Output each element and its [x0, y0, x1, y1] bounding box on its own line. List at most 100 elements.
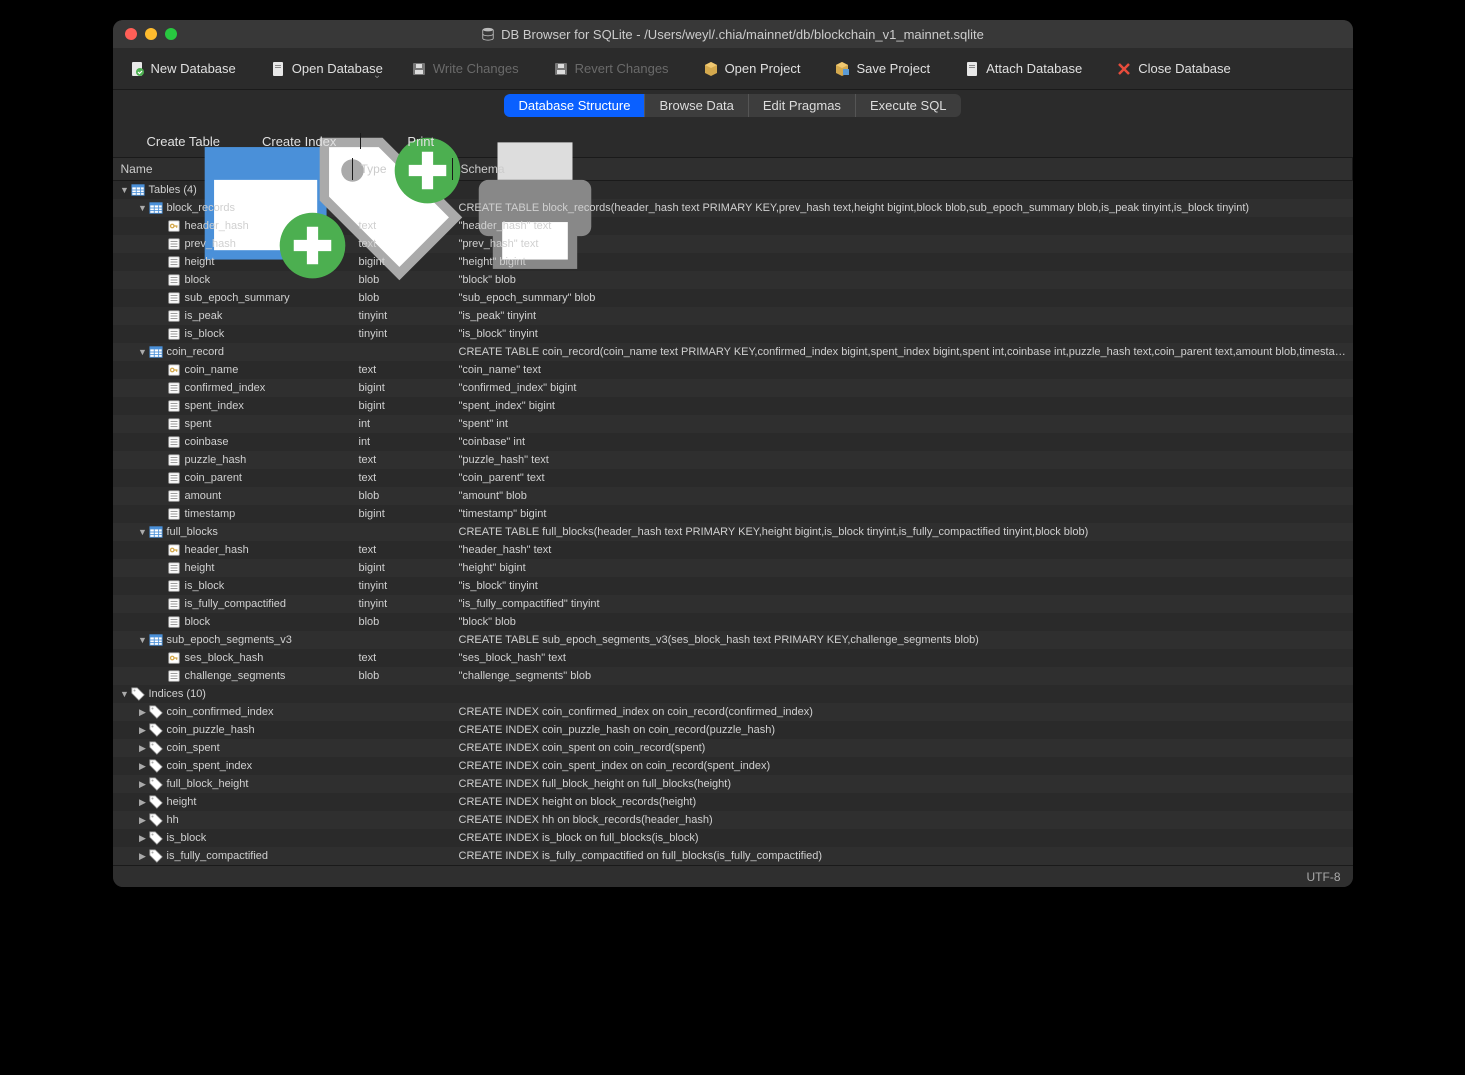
header-schema[interactable]: Schema	[453, 158, 1353, 180]
save-project-button[interactable]: Save Project	[828, 57, 936, 81]
tree-row[interactable]: is_fully_compactifiedtinyint"is_fully_co…	[113, 595, 1353, 613]
row-type: blob	[353, 292, 453, 304]
create-table-button[interactable]: Create Table	[125, 133, 220, 149]
tab-database-structure[interactable]: Database Structure	[504, 94, 645, 117]
key-icon	[167, 651, 181, 665]
disclosure-icon[interactable]: ▼	[119, 185, 131, 195]
disclosure-icon[interactable]: ▼	[137, 203, 149, 213]
tree-row[interactable]: ▶coin_spent_indexCREATE INDEX coin_spent…	[113, 757, 1353, 775]
tree-row[interactable]: ▼block_recordsCREATE TABLE block_records…	[113, 199, 1353, 217]
tree-row[interactable]: ▶full_block_heightCREATE INDEX full_bloc…	[113, 775, 1353, 793]
tree-row[interactable]: ▼Indices (10)	[113, 685, 1353, 703]
tree-row[interactable]: timestampbigint"timestamp" bigint	[113, 505, 1353, 523]
window-title: DB Browser for SQLite - /Users/weyl/.chi…	[113, 27, 1353, 42]
close-database-button[interactable]: Close Database	[1110, 57, 1237, 81]
titlebar[interactable]: DB Browser for SQLite - /Users/weyl/.chi…	[113, 20, 1353, 48]
disclosure-icon[interactable]: ▶	[137, 743, 149, 754]
create-index-button[interactable]: Create Index	[240, 133, 336, 149]
tree-row[interactable]: ▼Tables (4)	[113, 181, 1353, 199]
attach-database-button[interactable]: Attach Database	[958, 57, 1088, 81]
disclosure-icon[interactable]: ▶	[137, 779, 149, 790]
header-name[interactable]: Name	[113, 158, 353, 180]
tree-row[interactable]: puzzle_hashtext"puzzle_hash" text	[113, 451, 1353, 469]
tree-row[interactable]: is_blocktinyint"is_block" tinyint	[113, 325, 1353, 343]
row-name: header_hash	[185, 220, 249, 232]
tree-row[interactable]: coin_parenttext"coin_parent" text	[113, 469, 1353, 487]
disclosure-icon[interactable]: ▼	[137, 527, 149, 537]
open-project-button[interactable]: Open Project	[697, 57, 807, 81]
tree-row[interactable]: ▶is_fully_compactifiedCREATE INDEX is_fu…	[113, 847, 1353, 865]
disclosure-icon[interactable]: ▶	[137, 797, 149, 808]
main-tabs: Database Structure Browse Data Edit Prag…	[113, 90, 1353, 125]
row-type: bigint	[353, 382, 453, 394]
tree-row[interactable]: is_peaktinyint"is_peak" tinyint	[113, 307, 1353, 325]
app-window: DB Browser for SQLite - /Users/weyl/.chi…	[113, 20, 1353, 887]
tree-row[interactable]: is_blocktinyint"is_block" tinyint	[113, 577, 1353, 595]
tree-row[interactable]: challenge_segmentsblob"challenge_segment…	[113, 667, 1353, 685]
col-icon	[167, 381, 181, 395]
row-schema: "is_block" tinyint	[453, 580, 1353, 592]
write-icon	[411, 61, 427, 77]
tree-row[interactable]: heightbigint"height" bigint	[113, 253, 1353, 271]
row-type: bigint	[353, 400, 453, 412]
tree-row[interactable]: ▶heightCREATE INDEX height on block_reco…	[113, 793, 1353, 811]
tree-row[interactable]: blockblob"block" blob	[113, 271, 1353, 289]
tree-row[interactable]: ▶coin_puzzle_hashCREATE INDEX coin_puzzl…	[113, 721, 1353, 739]
tree-row[interactable]: blockblob"block" blob	[113, 613, 1353, 631]
write-changes-button[interactable]: Write Changes	[405, 57, 525, 81]
disclosure-icon[interactable]: ▼	[137, 635, 149, 645]
row-schema: CREATE INDEX height on block_records(hei…	[453, 796, 1353, 808]
new-doc-icon	[129, 61, 145, 77]
tree-row[interactable]: coin_nametext"coin_name" text	[113, 361, 1353, 379]
row-schema: "is_fully_compactified" tinyint	[453, 598, 1353, 610]
tree-row[interactable]: amountblob"amount" blob	[113, 487, 1353, 505]
tree-row[interactable]: ▶hhCREATE INDEX hh on block_records(head…	[113, 811, 1353, 829]
tree-row[interactable]: heightbigint"height" bigint	[113, 559, 1353, 577]
print-button[interactable]: Print	[385, 133, 434, 149]
disclosure-icon[interactable]: ▶	[137, 833, 149, 844]
tree-row[interactable]: confirmed_indexbigint"confirmed_index" b…	[113, 379, 1353, 397]
row-schema: "prev_hash" text	[453, 238, 1353, 250]
tree-row[interactable]: ▶is_blockCREATE INDEX is_block on full_b…	[113, 829, 1353, 847]
tree-row[interactable]: spent_indexbigint"spent_index" bigint	[113, 397, 1353, 415]
disclosure-icon[interactable]: ▼	[137, 347, 149, 357]
tree-row[interactable]: coinbaseint"coinbase" int	[113, 433, 1353, 451]
disclosure-icon[interactable]: ▶	[137, 815, 149, 826]
tab-edit-pragmas[interactable]: Edit Pragmas	[749, 94, 856, 117]
disclosure-icon[interactable]: ▼	[119, 689, 131, 699]
row-type: blob	[353, 616, 453, 628]
row-schema: "timestamp" bigint	[453, 508, 1353, 520]
new-database-button[interactable]: New Database	[123, 57, 242, 81]
create-index-label: Create Index	[262, 134, 336, 149]
tree-row[interactable]: ses_block_hashtext"ses_block_hash" text	[113, 649, 1353, 667]
table-icon	[149, 525, 163, 539]
row-schema: CREATE INDEX is_fully_compactified on fu…	[453, 850, 1353, 862]
col-icon	[167, 669, 181, 683]
tree-row[interactable]: header_hashtext"header_hash" text	[113, 541, 1353, 559]
tree-row[interactable]: ▼sub_epoch_segments_v3CREATE TABLE sub_e…	[113, 631, 1353, 649]
col-icon	[167, 291, 181, 305]
tree-row[interactable]: ▼full_blocksCREATE TABLE full_blocks(hea…	[113, 523, 1353, 541]
structure-tree[interactable]: ▼Tables (4)▼block_recordsCREATE TABLE bl…	[113, 181, 1353, 865]
tree-row[interactable]: prev_hashtext"prev_hash" text	[113, 235, 1353, 253]
tab-group: Database Structure Browse Data Edit Prag…	[504, 94, 960, 117]
tree-row[interactable]: ▶coin_spentCREATE INDEX coin_spent on co…	[113, 739, 1353, 757]
disclosure-icon[interactable]: ▶	[137, 851, 149, 862]
tab-browse-data[interactable]: Browse Data	[645, 94, 748, 117]
revert-changes-button[interactable]: Revert Changes	[547, 57, 675, 81]
tree-row[interactable]: sub_epoch_summaryblob"sub_epoch_summary"…	[113, 289, 1353, 307]
tab-execute-sql[interactable]: Execute SQL	[856, 94, 961, 117]
disclosure-icon[interactable]: ▶	[137, 761, 149, 772]
tree-row[interactable]: spentint"spent" int	[113, 415, 1353, 433]
tree-row[interactable]: ▼coin_recordCREATE TABLE coin_record(coi…	[113, 343, 1353, 361]
row-schema: "block" blob	[453, 274, 1353, 286]
disclosure-icon[interactable]: ▶	[137, 725, 149, 736]
tree-row[interactable]: header_hashtext"header_hash" text	[113, 217, 1353, 235]
tree-row[interactable]: ▶coin_confirmed_indexCREATE INDEX coin_c…	[113, 703, 1353, 721]
header-type[interactable]: Type	[353, 158, 453, 180]
disclosure-icon[interactable]: ▶	[137, 707, 149, 718]
open-db-dropdown-icon[interactable]: ⌄	[373, 70, 383, 81]
print-label: Print	[407, 134, 434, 149]
row-type: text	[353, 472, 453, 484]
open-database-button[interactable]: Open Database	[264, 57, 389, 81]
